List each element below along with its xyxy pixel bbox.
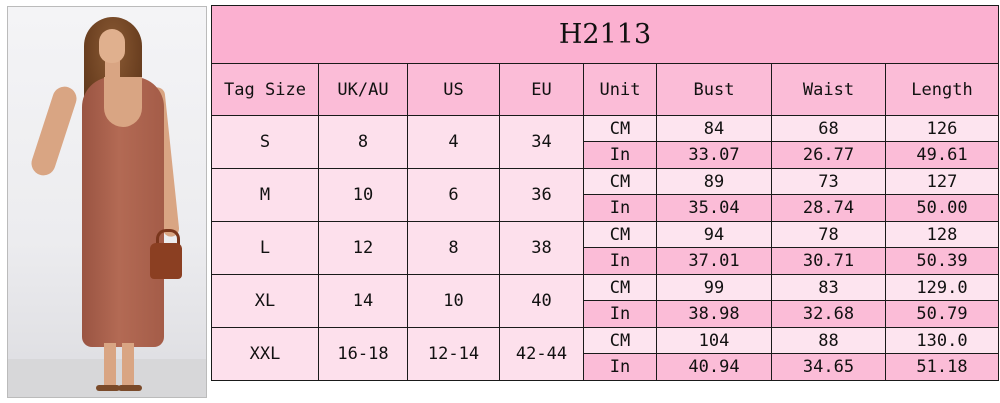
- bust-cell: 104: [656, 327, 772, 354]
- unit-cell: In: [583, 353, 657, 381]
- us-cell: 12-14: [407, 327, 500, 381]
- uk-au-cell: 12: [318, 221, 408, 275]
- length-cell: 49.61: [884, 141, 1000, 169]
- length-cell: 128: [884, 221, 1000, 248]
- eu-cell: 36: [499, 168, 584, 222]
- eu-cell: 34: [499, 115, 584, 169]
- waist-cell: 68: [771, 115, 886, 142]
- waist-cell: 30.71: [771, 247, 886, 275]
- waist-cell: 83: [771, 274, 886, 301]
- us-cell: 10: [407, 274, 500, 328]
- unit-cell: CM: [583, 115, 657, 142]
- header-bust: Bust: [656, 63, 772, 116]
- us-cell: 6: [407, 168, 500, 222]
- sandal-right: [118, 385, 142, 391]
- unit-cell: In: [583, 141, 657, 169]
- bust-cell: 37.01: [656, 247, 772, 275]
- bust-cell: 84: [656, 115, 772, 142]
- handbag: [150, 243, 182, 279]
- bust-cell: 99: [656, 274, 772, 301]
- length-cell: 51.18: [884, 353, 1000, 381]
- model-leg-right: [122, 343, 134, 387]
- length-cell: 50.79: [884, 300, 1000, 328]
- length-cell: 50.39: [884, 247, 1000, 275]
- length-cell: 129.0: [884, 274, 1000, 301]
- model-arm-left: [28, 83, 80, 179]
- waist-cell: 26.77: [771, 141, 886, 169]
- table-title: H2113: [210, 5, 1000, 64]
- eu-cell: 40: [499, 274, 584, 328]
- uk-au-cell: 16-18: [318, 327, 408, 381]
- waist-cell: 88: [771, 327, 886, 354]
- tag-size-cell: S: [211, 115, 319, 169]
- model-neck: [105, 61, 120, 79]
- length-cell: 127: [884, 168, 1000, 195]
- eu-cell: 42-44: [499, 327, 584, 381]
- tag-size-cell: L: [211, 221, 319, 275]
- dress-neckline: [104, 77, 142, 127]
- uk-au-cell: 8: [318, 115, 408, 169]
- size-chart-page: H2113 Tag Size UK/AU US EU Unit Bust Wai…: [0, 0, 1000, 403]
- header-tag-size: Tag Size: [211, 63, 319, 116]
- model-leg-left: [104, 343, 116, 387]
- bust-cell: 33.07: [656, 141, 772, 169]
- waist-cell: 32.68: [771, 300, 886, 328]
- length-cell: 126: [884, 115, 1000, 142]
- length-cell: 50.00: [884, 194, 1000, 222]
- header-eu: EU: [499, 63, 584, 116]
- product-photo: [7, 6, 207, 398]
- waist-cell: 78: [771, 221, 886, 248]
- uk-au-cell: 10: [318, 168, 408, 222]
- uk-au-cell: 14: [318, 274, 408, 328]
- bust-cell: 89: [656, 168, 772, 195]
- bust-cell: 35.04: [656, 194, 772, 222]
- table-row: M 10 6 36 CM 89 73 127: [211, 168, 1000, 222]
- unit-cell: CM: [583, 327, 657, 354]
- header-length: Length: [884, 63, 1000, 116]
- us-cell: 4: [407, 115, 500, 169]
- unit-cell: In: [583, 247, 657, 275]
- bust-cell: 38.98: [656, 300, 772, 328]
- tag-size-cell: XL: [211, 274, 319, 328]
- waist-cell: 34.65: [771, 353, 886, 381]
- header-uk-au: UK/AU: [318, 63, 408, 116]
- us-cell: 8: [407, 221, 500, 275]
- waist-cell: 28.74: [771, 194, 886, 222]
- header-row: Tag Size UK/AU US EU Unit Bust Waist Len…: [211, 63, 1000, 116]
- tag-size-cell: XXL: [211, 327, 319, 381]
- waist-cell: 73: [771, 168, 886, 195]
- unit-cell: CM: [583, 168, 657, 195]
- length-cell: 130.0: [884, 327, 1000, 354]
- header-unit: Unit: [583, 63, 657, 116]
- unit-cell: CM: [583, 221, 657, 248]
- eu-cell: 38: [499, 221, 584, 275]
- table-row: XXL 16-18 12-14 42-44 CM 104 88 130.0: [211, 327, 1000, 381]
- header-waist: Waist: [771, 63, 886, 116]
- table-row: S 8 4 34 CM 84 68 126: [211, 115, 1000, 169]
- header-us: US: [407, 63, 500, 116]
- table-row: L 12 8 38 CM 94 78 128: [211, 221, 1000, 275]
- tag-size-cell: M: [211, 168, 319, 222]
- size-table: H2113 Tag Size UK/AU US EU Unit Bust Wai…: [210, 5, 1000, 381]
- unit-cell: In: [583, 300, 657, 328]
- sandal-left: [96, 385, 120, 391]
- table-row: XL 14 10 40 CM 99 83 129.0: [211, 274, 1000, 328]
- bust-cell: 94: [656, 221, 772, 248]
- unit-cell: In: [583, 194, 657, 222]
- unit-cell: CM: [583, 274, 657, 301]
- bust-cell: 40.94: [656, 353, 772, 381]
- model-face: [99, 29, 125, 63]
